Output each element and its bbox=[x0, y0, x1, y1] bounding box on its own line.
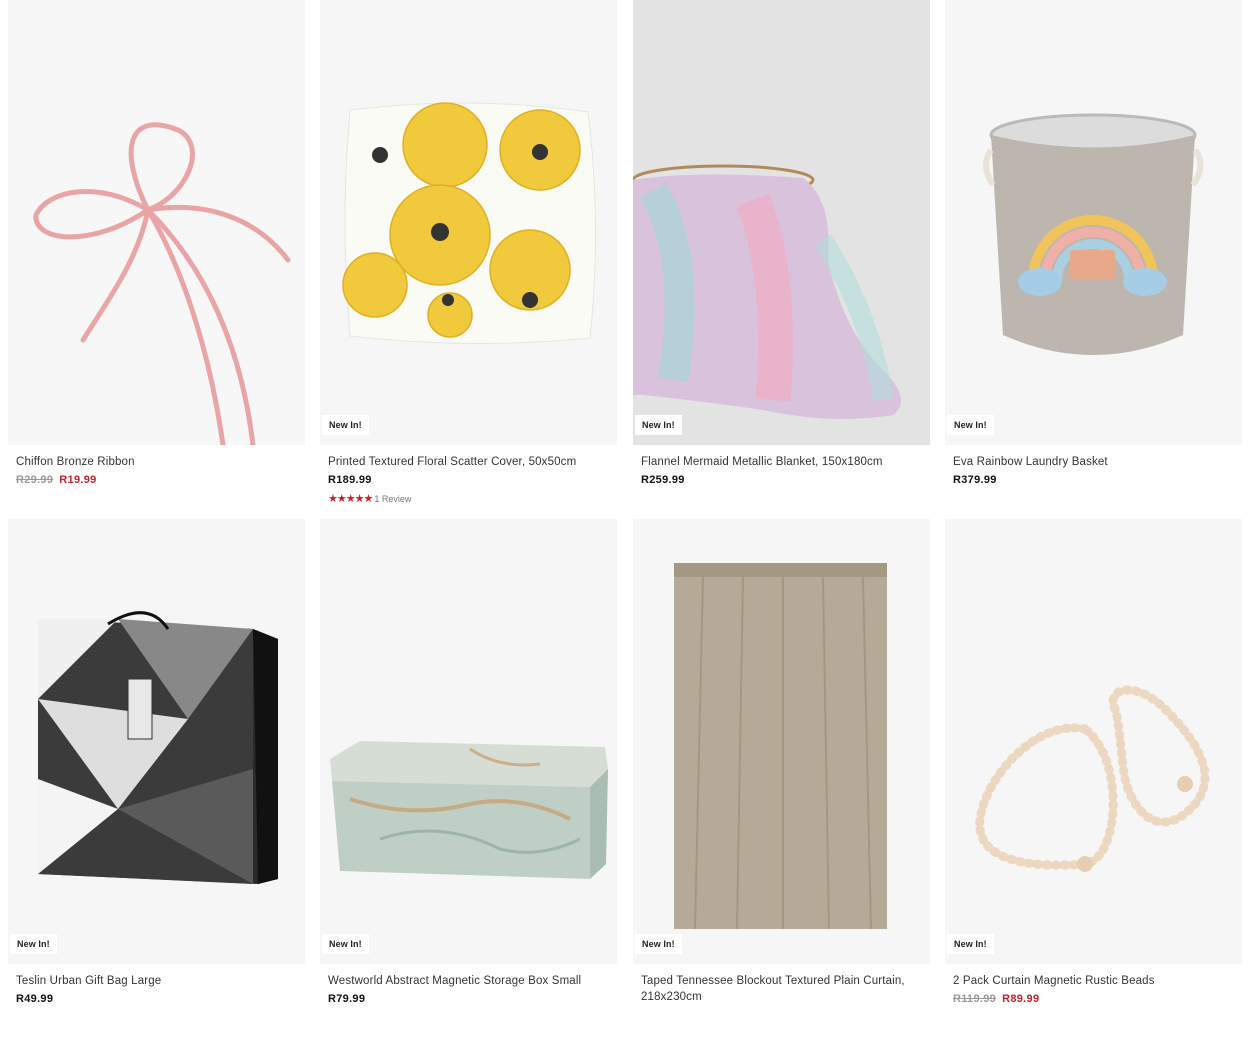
new-in-badge: New In! bbox=[947, 934, 994, 954]
product-name[interactable]: Taped Tennessee Blockout Textured Plain … bbox=[641, 973, 930, 1005]
was-price: R29.99 bbox=[16, 474, 54, 486]
product-card[interactable]: New In! Printed Textured Floral Scatter … bbox=[320, 0, 617, 505]
product-image[interactable]: New In! bbox=[320, 519, 617, 964]
product-image[interactable]: New In! bbox=[633, 519, 930, 964]
price: R79.99 bbox=[328, 993, 366, 1005]
product-image[interactable]: New In! bbox=[320, 0, 617, 445]
blanket-image bbox=[633, 0, 930, 445]
price-row: R259.99 bbox=[641, 474, 930, 486]
product-image[interactable] bbox=[8, 0, 305, 445]
price-row: R49.99 bbox=[16, 993, 305, 1005]
storage-box-image bbox=[320, 519, 617, 964]
price: R49.99 bbox=[16, 993, 54, 1005]
product-image[interactable]: New In! bbox=[945, 0, 1242, 445]
new-in-badge: New In! bbox=[947, 415, 994, 435]
new-in-badge: New In! bbox=[10, 934, 57, 954]
price-row: R379.99 bbox=[953, 474, 1242, 486]
new-in-badge: New In! bbox=[322, 415, 369, 435]
product-name[interactable]: Flannel Mermaid Metallic Blanket, 150x18… bbox=[641, 454, 930, 470]
new-in-badge: New In! bbox=[635, 934, 682, 954]
product-card[interactable]: Chiffon Bronze Ribbon R29.99 R19.99 bbox=[8, 0, 305, 486]
new-in-badge: New In! bbox=[635, 415, 682, 435]
product-card[interactable]: New In! 2 Pack Curtain Magnetic Rustic B… bbox=[945, 519, 1242, 1005]
rating[interactable]: ★★★★★ 1 Review bbox=[328, 492, 617, 505]
product-name[interactable]: Eva Rainbow Laundry Basket bbox=[953, 454, 1242, 470]
product-image[interactable]: New In! bbox=[633, 0, 930, 445]
new-in-badge: New In! bbox=[322, 934, 369, 954]
sale-price: R89.99 bbox=[1002, 993, 1040, 1005]
product-card[interactable]: New In! Flannel Mermaid Metallic Blanket… bbox=[633, 0, 930, 486]
price: R379.99 bbox=[953, 474, 997, 486]
sale-price: R19.99 bbox=[59, 474, 97, 486]
product-name[interactable]: Teslin Urban Gift Bag Large bbox=[16, 973, 305, 989]
star-rating-icon: ★★★★★ bbox=[328, 493, 373, 505]
product-name[interactable]: Printed Textured Floral Scatter Cover, 5… bbox=[328, 454, 617, 470]
product-image[interactable]: New In! bbox=[945, 519, 1242, 964]
price-row: R189.99 bbox=[328, 474, 617, 486]
product-card[interactable]: New In! Westworld Abstract Magnetic Stor… bbox=[320, 519, 617, 1005]
price-row: R79.99 bbox=[328, 993, 617, 1005]
laundry-basket-image bbox=[945, 0, 1242, 445]
ribbon-image bbox=[8, 0, 305, 445]
gift-bag-image bbox=[8, 519, 305, 964]
product-name[interactable]: Chiffon Bronze Ribbon bbox=[16, 454, 305, 470]
price: R189.99 bbox=[328, 474, 372, 486]
price: R259.99 bbox=[641, 474, 685, 486]
product-image[interactable]: New In! bbox=[8, 519, 305, 964]
product-card[interactable]: New In! Taped Tennessee Blockout Texture… bbox=[633, 519, 930, 1005]
was-price: R119.99 bbox=[953, 993, 997, 1005]
price-row: R119.99 R89.99 bbox=[953, 993, 1242, 1005]
product-card[interactable]: New In! Eva Rainbow Laundry Basket R379.… bbox=[945, 0, 1242, 486]
scatter-cover-image bbox=[320, 0, 617, 445]
review-count: 1 Review bbox=[374, 493, 412, 504]
curtain-beads-image bbox=[945, 519, 1242, 964]
price-row: R29.99 R19.99 bbox=[16, 474, 305, 486]
product-name[interactable]: 2 Pack Curtain Magnetic Rustic Beads bbox=[953, 973, 1242, 989]
product-card[interactable]: New In! Teslin Urban Gift Bag Large R49.… bbox=[8, 519, 305, 1005]
product-name[interactable]: Westworld Abstract Magnetic Storage Box … bbox=[328, 973, 617, 989]
curtain-image bbox=[633, 519, 930, 964]
